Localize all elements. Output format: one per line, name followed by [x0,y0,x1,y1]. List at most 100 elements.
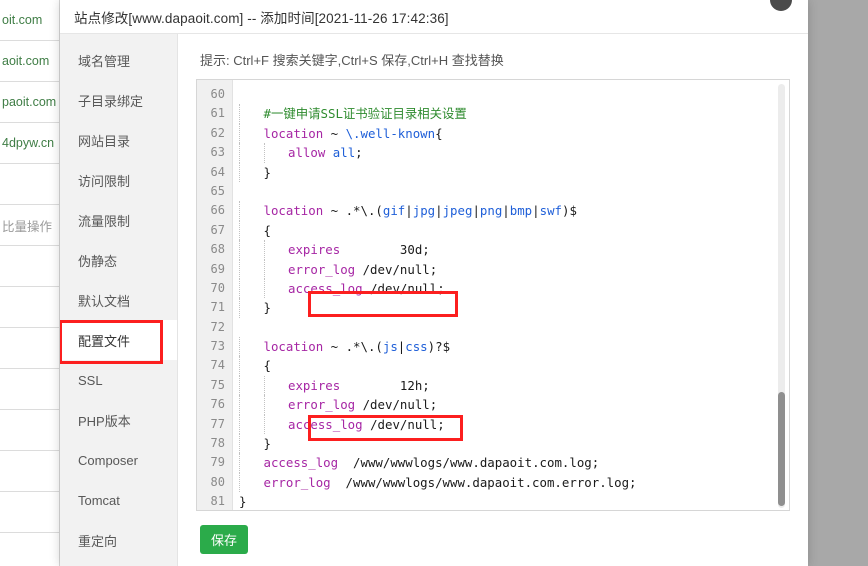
code-token: { [435,125,443,141]
code-token: /dev/null; [362,416,445,432]
line-number: 76 [210,397,225,412]
code-token: allow [288,145,326,161]
background-row: 比量操作 [0,205,59,246]
line-number: 78 [210,436,225,451]
code-token: ~ .*\.( [323,203,383,219]
code-line: { [233,220,789,241]
code-line: location ~ .*\.(js|css)?$ [233,337,789,357]
sidebar-item-5[interactable]: 伪静态 [60,240,177,280]
sidebar-item-3[interactable]: 访问限制 [60,160,177,200]
sidebar-item-label: 子目录绑定 [78,93,144,109]
line-number: 75 [210,377,225,392]
sidebar-item-label: 流量限制 [78,213,131,229]
line-number: 71 [210,300,225,315]
dialog-content: 提示: Ctrl+F 搜索关键字,Ctrl+S 保存,Ctrl+H 查找替换 6… [178,34,808,566]
code-line: error_log /dev/null; [233,395,789,415]
sidebar-item-10[interactable]: Composer [60,440,177,480]
code-line: } [233,162,789,182]
code-token: )$ [562,203,577,219]
code-token: { [263,222,271,238]
code-token: | [472,203,480,219]
code-token: js [382,339,398,355]
sidebar-item-11[interactable]: Tomcat [60,480,177,520]
site-modify-dialog: 站点修改[www.dapaoit.com] -- 添加时间[2021-11-26… [60,0,808,566]
sidebar-item-7[interactable]: 配置文件 [60,320,177,364]
sidebar-item-0[interactable]: 域名管理 [60,40,177,80]
indent-guide [239,201,264,221]
line-number: 81 [210,494,225,509]
code-line: location ~ \.well-known{ [233,123,789,144]
sidebar-item-label: 默认文档 [78,293,131,309]
code-line: access_log /dev/null; [233,414,789,435]
indent-guide [263,414,289,435]
code-token: \.well-known [345,125,436,141]
code-token: error_log [288,261,356,277]
line-number: 64 [210,164,225,179]
sidebar-item-label: Composer [78,452,138,468]
code-token: 30d; [340,242,430,258]
sidebar-item-label: 访问限制 [78,173,131,189]
code-line: access_log /www/wwwlogs/www.dapaoit.com.… [233,453,789,473]
code-line: } [233,434,789,454]
close-circle-icon[interactable] [768,0,794,13]
code-token: } [263,300,271,316]
sidebar-item-1[interactable]: 子目录绑定 [60,80,177,120]
sidebar-item-6[interactable]: 默认文档 [60,280,177,320]
background-row [0,492,59,533]
background-row: paoit.com [0,82,59,123]
code-line: { [233,356,789,376]
shortcut-hint: 提示: Ctrl+F 搜索关键字,Ctrl+S 保存,Ctrl+H 查找替换 [200,53,504,68]
save-button[interactable]: 保存 [200,525,248,554]
background-row [0,369,59,410]
code-token: | [435,203,443,219]
sidebar-item-12[interactable]: 重定向 [60,520,177,560]
code-token: ; [355,145,363,161]
config-editor[interactable]: 60 61 62 63 64 65 66 67 68 69 70 71 72 73 74 75 76 77 78 79… [196,79,790,511]
line-number: 68 [210,242,225,257]
editor-scrollbar-thumb[interactable] [778,392,785,506]
line-number: 62 [210,125,225,140]
sidebar-item-label: PHP版本 [78,413,131,429]
line-number: 66 [210,203,225,218]
code-token: ~ [323,125,346,141]
code-token: location [263,203,324,219]
background-row [0,451,59,492]
code-line: #一键申请SSL证书验证目录相关设置 [233,104,789,124]
code-token: bmp [509,203,533,219]
code-line: } [233,298,789,318]
indent-guide [263,375,289,396]
indent-guide [239,375,264,396]
indent-guide [263,240,289,260]
dialog-sidebar: 域名管理子目录绑定网站目录访问限制流量限制伪静态默认文档配置文件 SSL PHP版本… [60,34,178,566]
background-row [0,533,59,566]
sidebar-item-8[interactable]: SSL [60,360,177,400]
editor-code-area[interactable]: #一键申请SSL证书验证目录相关设置 location ~ \.well-know… [233,80,789,510]
code-token: all [332,145,356,161]
code-token: } [263,436,271,452]
sidebar-item-label: 网站目录 [78,133,131,149]
sidebar-item-label: SSL [78,372,103,388]
code-token: /dev/null; [355,397,438,413]
indent-guide [239,278,264,299]
indent-guide [239,337,264,357]
code-token: #一键申请SSL证书验证目录相关设置 [263,106,467,122]
background-row [0,246,59,287]
editor-scrollbar[interactable] [776,84,787,508]
indent-guide [239,453,264,473]
line-number: 65 [210,183,225,198]
code-token: png [479,203,503,219]
indent-guide [239,162,264,182]
code-token: ~ .*\.( [323,339,383,355]
code-token: access_log [288,280,363,296]
code-token: | [405,203,413,219]
sidebar-item-2[interactable]: 网站目录 [60,120,177,160]
sidebar-item-4[interactable]: 流量限制 [60,200,177,240]
sidebar-item-9[interactable]: PHP版本 [60,400,177,440]
code-token: location [263,339,324,355]
code-token: | [502,203,510,219]
background-domain-list: oit.com aoit.com paoit.com 4dpyw.cn 比量操作 [0,0,60,566]
code-token: access_log [288,416,363,432]
